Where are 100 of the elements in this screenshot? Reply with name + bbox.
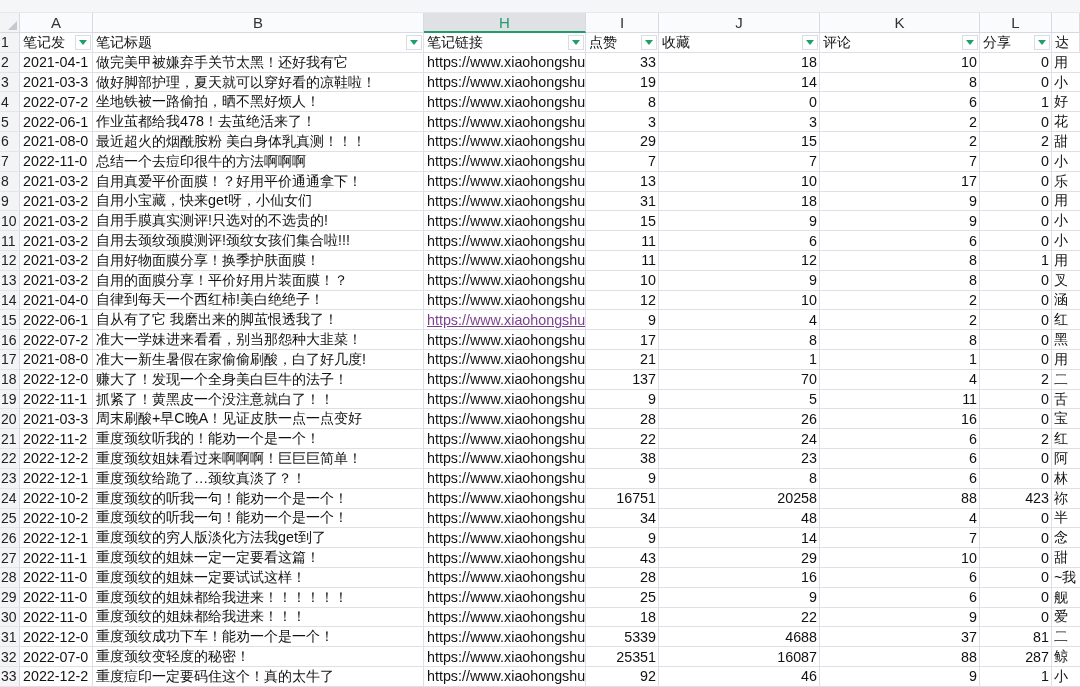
row-number[interactable]: 32 — [0, 647, 20, 667]
table-cell: 11 — [820, 389, 980, 410]
link[interactable]: https://www.xiaohongshu — [427, 549, 585, 566]
column-header[interactable]: A — [20, 13, 93, 33]
row-number[interactable]: 8 — [0, 171, 20, 192]
link[interactable]: https://www.xiaohongshu — [427, 153, 585, 170]
row-number[interactable]: 29 — [0, 587, 20, 608]
table-cell: 做好脚部护理，夏天就可以穿好看的凉鞋啦！ — [93, 72, 424, 93]
table-cell: 10 — [820, 548, 980, 568]
table-cell: 9 — [659, 587, 820, 608]
table-cell: 重度颈纹的听我一句！能劝一个是一个！ — [93, 488, 424, 509]
link[interactable]: https://www.xiaohongshu — [427, 173, 585, 190]
row-number[interactable]: 1 — [0, 33, 20, 53]
table-cell: 38 — [586, 449, 659, 469]
link[interactable]: https://www.xiaohongshu — [427, 192, 585, 209]
row-number[interactable]: 15 — [0, 310, 20, 331]
row-number[interactable]: 12 — [0, 250, 20, 271]
row-number[interactable]: 27 — [0, 548, 20, 568]
row-number[interactable]: 5 — [0, 112, 20, 133]
column-header[interactable]: K — [820, 13, 980, 33]
link[interactable]: https://www.xiaohongshu — [427, 272, 585, 289]
row-number[interactable]: 20 — [0, 409, 20, 430]
table-cell: 4 — [820, 508, 980, 529]
link[interactable]: https://www.xiaohongshu — [427, 648, 585, 665]
link[interactable]: https://www.xiaohongshu — [427, 410, 585, 427]
filter-button[interactable] — [568, 34, 584, 50]
row-number[interactable]: 31 — [0, 627, 20, 648]
row-number[interactable]: 2 — [0, 52, 20, 73]
header-label: 笔记标题 — [96, 33, 152, 52]
link[interactable]: https://www.xiaohongshu — [427, 212, 585, 229]
link[interactable]: https://www.xiaohongshu — [427, 529, 585, 546]
link[interactable]: https://www.xiaohongshu — [427, 232, 585, 249]
row-number[interactable]: 4 — [0, 92, 20, 113]
table-cell: 重度颈纹的姐妹都给我进来！！！！！！ — [93, 587, 424, 608]
row-number[interactable]: 26 — [0, 528, 20, 549]
table-cell: 0 — [980, 191, 1052, 212]
link[interactable]: https://www.xiaohongshu — [427, 54, 585, 71]
row-number[interactable]: 25 — [0, 508, 20, 529]
filter-button[interactable] — [406, 34, 422, 50]
link[interactable]: https://www.xiaohongshu — [427, 430, 585, 447]
row-number[interactable]: 3 — [0, 72, 20, 93]
row-number[interactable]: 9 — [0, 191, 20, 212]
table-cell: 9 — [820, 607, 980, 628]
filter-button[interactable] — [641, 34, 657, 50]
row-number[interactable]: 14 — [0, 290, 20, 311]
row-number[interactable]: 16 — [0, 330, 20, 350]
link[interactable]: https://www.xiaohongshu — [427, 608, 585, 625]
table-cell: 0 — [980, 587, 1052, 608]
table-cell: 24 — [659, 429, 820, 450]
link[interactable]: https://www.xiaohongshu — [427, 391, 585, 408]
row-number[interactable]: 7 — [0, 151, 20, 172]
link[interactable]: https://www.xiaohongshu — [427, 311, 585, 328]
row-number[interactable]: 24 — [0, 488, 20, 509]
row-number[interactable]: 13 — [0, 270, 20, 291]
filter-button[interactable] — [962, 34, 978, 50]
column-header[interactable]: I — [586, 13, 659, 33]
table-cell: 88 — [820, 647, 980, 667]
link[interactable]: https://www.xiaohongshu — [427, 668, 585, 685]
row-number[interactable]: 11 — [0, 231, 20, 251]
link[interactable]: https://www.xiaohongshu — [427, 291, 585, 308]
link[interactable]: https://www.xiaohongshu — [427, 569, 585, 586]
table-cell: 16751 — [586, 488, 659, 509]
row-number[interactable]: 21 — [0, 429, 20, 450]
table-cell: 0 — [980, 607, 1052, 628]
link[interactable]: https://www.xiaohongshu — [427, 113, 585, 130]
link[interactable]: https://www.xiaohongshu — [427, 470, 585, 487]
link[interactable]: https://www.xiaohongshu — [427, 490, 585, 507]
table-cell: 92 — [586, 667, 659, 687]
link[interactable]: https://www.xiaohongshu — [427, 331, 585, 348]
table-cell: 7 — [820, 151, 980, 172]
row-number[interactable]: 6 — [0, 132, 20, 152]
row-number[interactable]: 22 — [0, 449, 20, 469]
row-number[interactable]: 23 — [0, 468, 20, 489]
link[interactable]: https://www.xiaohongshu — [427, 509, 585, 526]
row-number[interactable]: 30 — [0, 607, 20, 628]
filter-button[interactable] — [75, 34, 91, 50]
table-cell: 6 — [820, 92, 980, 113]
table-cell: 11 — [586, 250, 659, 271]
filter-button[interactable] — [1034, 34, 1050, 50]
row-number[interactable]: 28 — [0, 567, 20, 588]
filter-button[interactable] — [802, 34, 818, 50]
link[interactable]: https://www.xiaohongshu — [427, 589, 585, 606]
column-header[interactable]: L — [980, 13, 1052, 33]
link[interactable]: https://www.xiaohongshu — [427, 450, 585, 467]
row-number[interactable]: 10 — [0, 211, 20, 232]
row-number[interactable]: 33 — [0, 667, 20, 687]
link[interactable]: https://www.xiaohongshu — [427, 252, 585, 269]
row-number[interactable]: 18 — [0, 369, 20, 390]
row-number[interactable]: 17 — [0, 350, 20, 370]
column-header[interactable]: B — [93, 13, 424, 33]
link[interactable]: https://www.xiaohongshu — [427, 93, 585, 110]
link[interactable]: https://www.xiaohongshu — [427, 371, 585, 388]
table-cell: 1 — [659, 350, 820, 370]
column-header[interactable]: J — [659, 13, 820, 33]
link[interactable]: https://www.xiaohongshu — [427, 133, 585, 150]
link[interactable]: https://www.xiaohongshu — [427, 628, 585, 645]
table-cell: 0 — [980, 310, 1052, 331]
link[interactable]: https://www.xiaohongshu — [427, 74, 585, 91]
row-number[interactable]: 19 — [0, 389, 20, 410]
link[interactable]: https://www.xiaohongshu — [427, 351, 585, 368]
